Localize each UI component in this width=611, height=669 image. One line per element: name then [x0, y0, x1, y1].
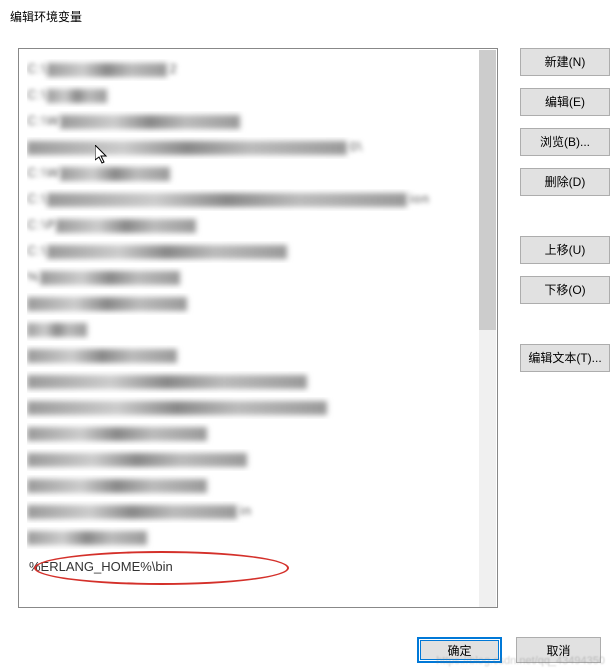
bottom-buttons: 确定 取消	[417, 637, 601, 663]
browse-button[interactable]: 浏览(B)...	[520, 128, 610, 156]
list-item-erlang-home[interactable]: %ERLANG_HOME%\bin	[27, 555, 489, 578]
scrollbar-thumb[interactable]	[479, 50, 496, 330]
list-item[interactable]: %	[27, 267, 489, 289]
list-item[interactable]	[27, 423, 489, 445]
edit-text-button[interactable]: 编辑文本(T)...	[520, 344, 610, 372]
ok-button[interactable]: 确定	[420, 640, 499, 660]
env-var-edit-dialog: 编辑环境变量 C:\2 C:\ C:\W 0\ C:\W C:\ion C:\P C:\% in…	[0, 0, 611, 669]
list-item[interactable]	[27, 371, 489, 393]
list-item[interactable]	[27, 293, 489, 315]
list-item[interactable]: C:\ion	[27, 189, 489, 211]
list-item[interactable]: C:\W	[27, 111, 489, 133]
list-item[interactable]: 0\	[27, 137, 489, 159]
ok-button-focus-ring: 确定	[417, 637, 502, 663]
cancel-button[interactable]: 取消	[516, 637, 601, 663]
path-list-box[interactable]: C:\2 C:\ C:\W 0\ C:\W C:\ion C:\P C:\% in %ERLANG…	[18, 48, 498, 608]
list-item[interactable]: C:\2	[27, 59, 489, 81]
list-item[interactable]: C:\W	[27, 163, 489, 185]
edit-button[interactable]: 编辑(E)	[520, 88, 610, 116]
list-item[interactable]: C:\	[27, 241, 489, 263]
scrollbar-vertical[interactable]	[479, 50, 496, 608]
list-item[interactable]	[27, 319, 489, 341]
list-item[interactable]	[27, 475, 489, 497]
list-item[interactable]: in	[27, 501, 489, 523]
path-list-inner: C:\2 C:\ C:\W 0\ C:\W C:\ion C:\P C:\% in %ERLANG…	[19, 49, 497, 607]
new-button[interactable]: 新建(N)	[520, 48, 610, 76]
list-item[interactable]	[27, 527, 489, 549]
move-down-button[interactable]: 下移(O)	[520, 276, 610, 304]
list-item[interactable]: C:\P	[27, 215, 489, 237]
list-item[interactable]	[27, 449, 489, 471]
list-item[interactable]	[27, 345, 489, 367]
list-item[interactable]	[27, 397, 489, 419]
side-buttons: 新建(N) 编辑(E) 浏览(B)... 删除(D) 上移(U) 下移(O) 编…	[520, 48, 610, 372]
delete-button[interactable]: 删除(D)	[520, 168, 610, 196]
move-up-button[interactable]: 上移(U)	[520, 236, 610, 264]
dialog-title: 编辑环境变量	[0, 0, 611, 33]
list-item[interactable]: C:\	[27, 85, 489, 107]
